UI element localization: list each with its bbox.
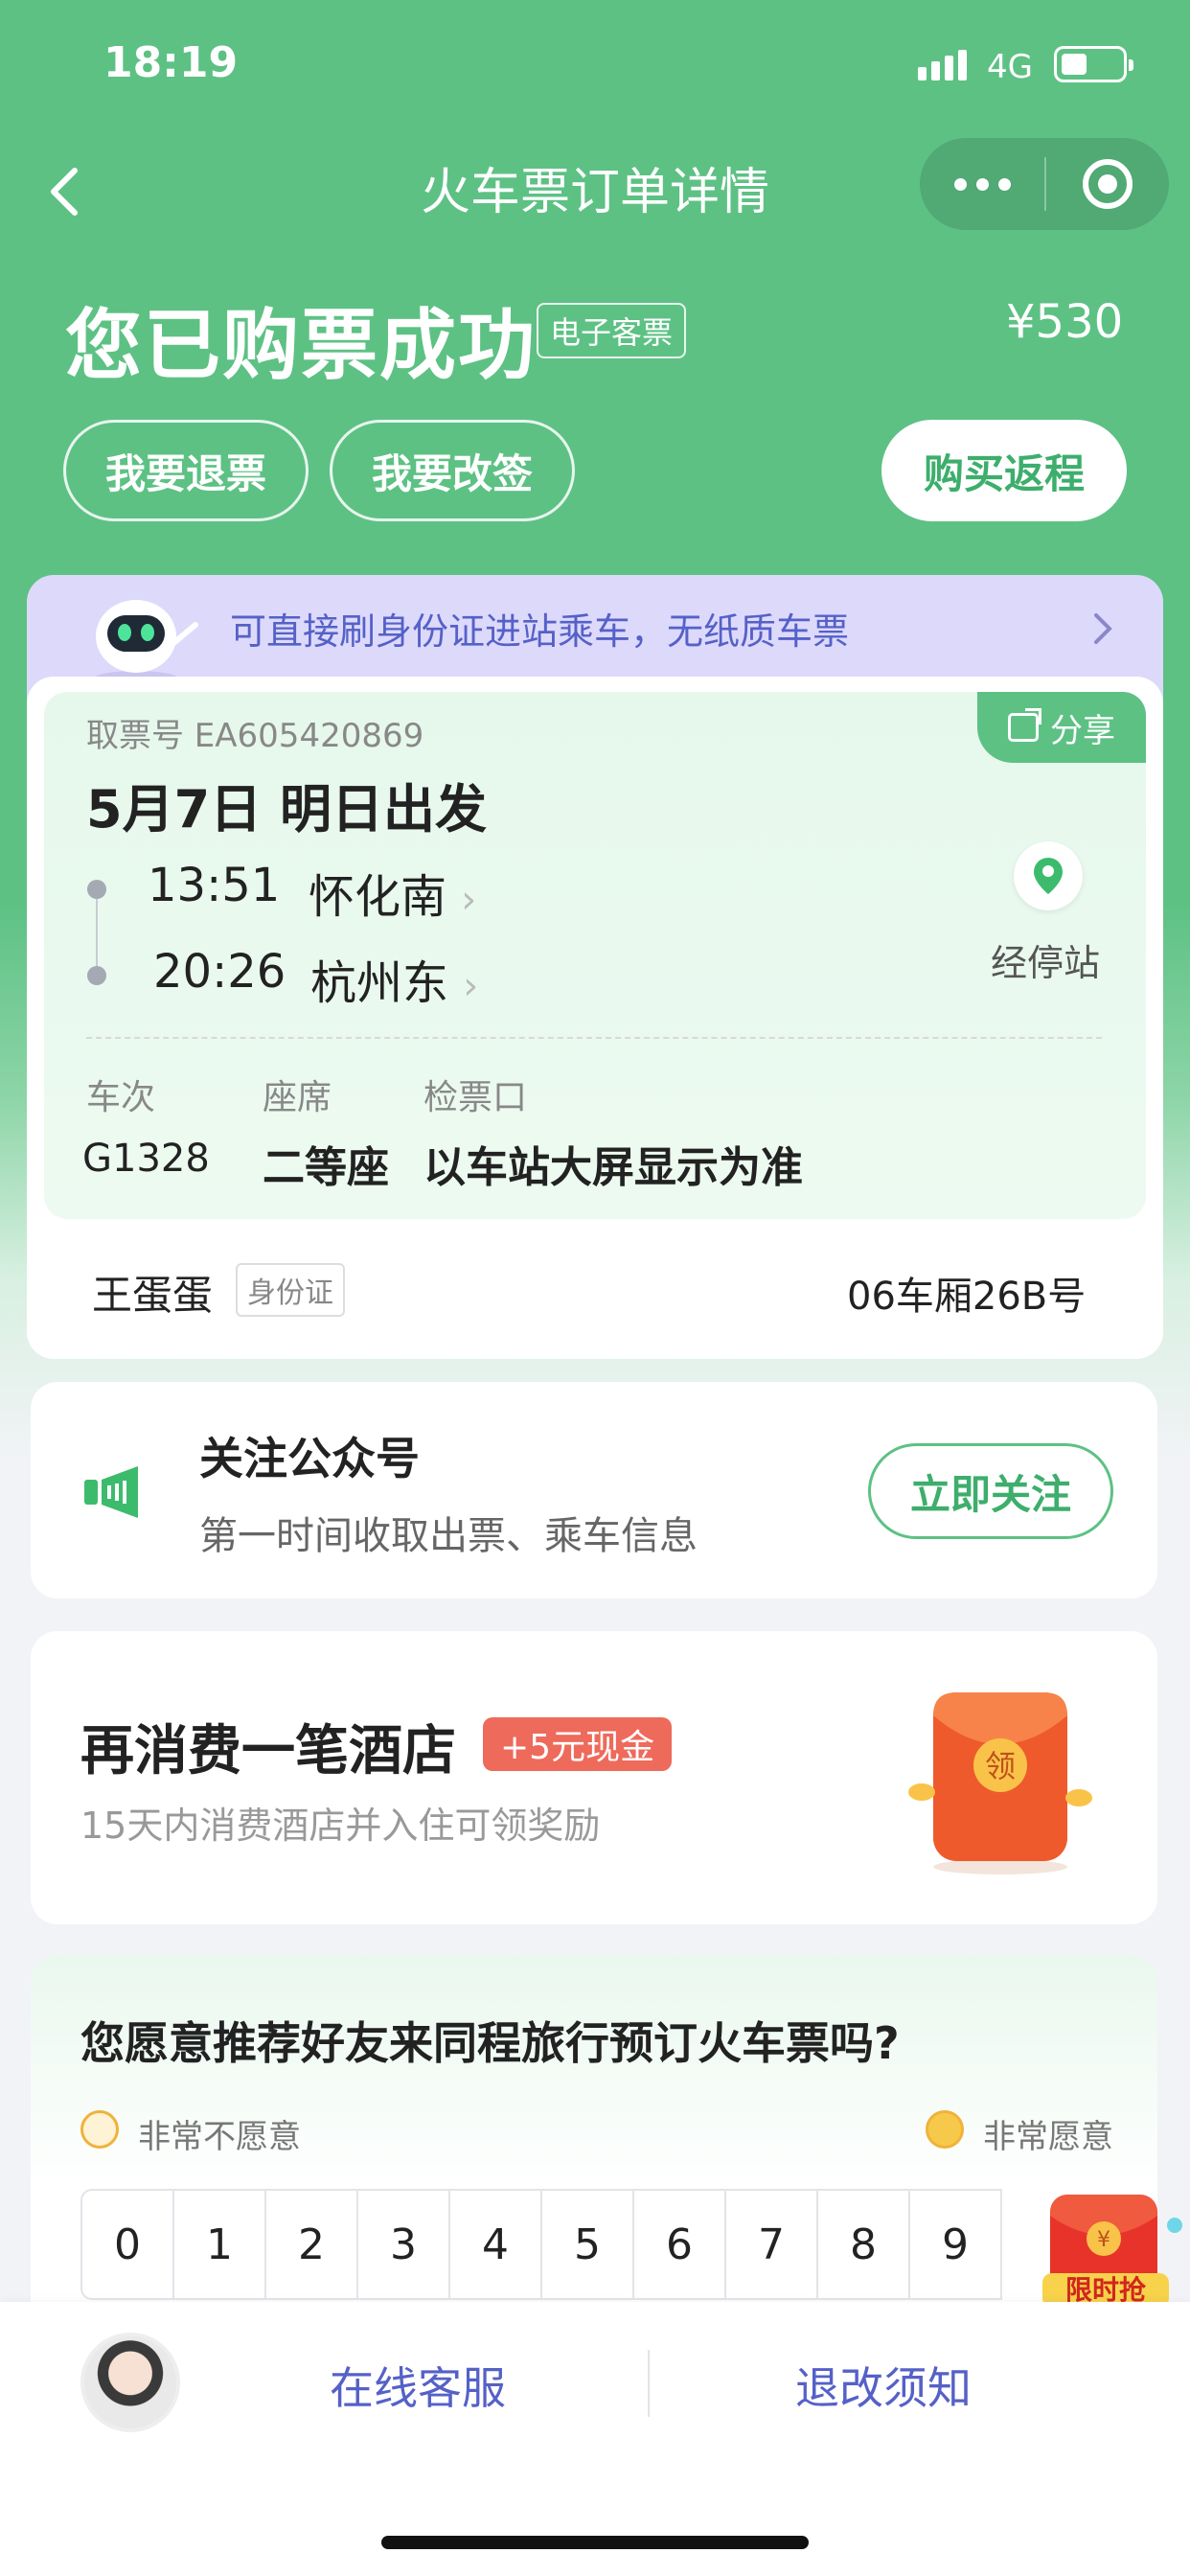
score-option[interactable]: 0 [80, 2189, 174, 2300]
high-score-label: 非常愿意 [983, 2118, 1113, 2156]
banner-text: 可直接刷身份证进站乘车，无纸质车票 [230, 610, 850, 653]
order-status: 您已购票成功 [65, 301, 537, 390]
score-option[interactable]: 4 [448, 2189, 542, 2300]
score-option[interactable]: 8 [816, 2189, 910, 2300]
refund-change-rules-button[interactable]: 退改须知 [795, 2354, 972, 2417]
share-icon [1008, 708, 1041, 742]
happy-face-icon [926, 2110, 964, 2149]
gate-info: 以车站大屏显示为准 [423, 1143, 803, 1192]
svg-text:领: 领 [985, 1748, 1016, 1784]
arrival-station-name: 杭州东 [310, 956, 449, 1010]
chevron-right-icon: › [461, 878, 477, 922]
low-score-label: 非常不愿意 [138, 2118, 301, 2156]
cash-reward-badge: +5元现金 [483, 1717, 673, 1771]
train-number: G1328 [82, 1137, 210, 1181]
arrival-station[interactable]: 杭州东 › [310, 945, 478, 1012]
train-label: 车次 [86, 1078, 156, 1117]
arrival-dot [87, 966, 106, 985]
follow-title: 关注公众号 [199, 1433, 420, 1484]
score-option[interactable]: 7 [724, 2189, 818, 2300]
hotel-title: 再消费一笔酒店 [80, 1720, 456, 1782]
score-option[interactable]: 3 [356, 2189, 450, 2300]
signal-icon [918, 50, 967, 80]
survey-question: 您愿意推荐好友来同程旅行预订火车票吗? [80, 2017, 900, 2069]
battery-icon [1054, 46, 1133, 82]
arrival-time: 20:26 [153, 945, 286, 999]
more-icon[interactable] [920, 177, 1044, 191]
divider [648, 2350, 650, 2417]
change-ticket-button[interactable]: 我要改签 [330, 420, 575, 521]
order-price: ¥530 [1006, 295, 1124, 349]
score-option[interactable]: 6 [632, 2189, 726, 2300]
id-type-badge: 身份证 [236, 1263, 345, 1317]
departure-dot [87, 880, 106, 899]
buy-return-button[interactable]: 购买返程 [881, 420, 1127, 521]
hotel-subtitle: 15天内消费酒店并入住可领奖励 [80, 1805, 601, 1847]
chevron-right-icon: › [463, 964, 479, 1008]
online-service-button[interactable]: 在线客服 [330, 2354, 506, 2417]
gate-label: 检票口 [423, 1078, 528, 1117]
divider [86, 1037, 1102, 1039]
svg-text:¥: ¥ [1097, 2228, 1110, 2252]
score-option[interactable]: 5 [540, 2189, 634, 2300]
mini-program-capsule [920, 138, 1169, 230]
pickup-number: 取票号 EA605420869 [86, 717, 424, 755]
refund-button[interactable]: 我要退票 [63, 420, 309, 521]
departure-time: 13:51 [148, 859, 281, 912]
seat-class: 二等座 [263, 1143, 389, 1192]
route-line [96, 899, 98, 974]
status-time: 18:19 [103, 38, 239, 87]
score-option[interactable]: 2 [264, 2189, 358, 2300]
flash-sale-float-button[interactable]: ¥ 限时抢 [1031, 2187, 1190, 2321]
location-pin-icon[interactable] [1014, 841, 1083, 910]
score-scale: 0 1 2 3 4 5 6 7 8 9 [80, 2189, 1002, 2300]
departure-date: 5月7日 明日出发 [86, 779, 487, 840]
megaphone-icon [80, 1460, 153, 1524]
red-packet-icon: 领 [904, 1687, 1096, 1878]
seat-number: 06车厢26B号 [847, 1275, 1087, 1319]
departure-station[interactable]: 怀化南 › [309, 859, 476, 926]
home-indicator [381, 2536, 809, 2549]
close-target-icon[interactable] [1046, 159, 1169, 209]
stops-link[interactable]: 经停站 [991, 933, 1100, 986]
passenger-name: 王蛋蛋 [92, 1272, 214, 1319]
share-label: 分享 [1050, 711, 1115, 750]
eticket-badge: 电子客票 [537, 303, 687, 358]
follow-button[interactable]: 立即关注 [868, 1443, 1113, 1539]
chevron-right-icon [1088, 608, 1117, 660]
score-option[interactable]: 1 [172, 2189, 266, 2300]
network-label: 4G [987, 48, 1033, 86]
follow-subtitle: 第一时间收取出票、乘车信息 [199, 1514, 698, 1558]
seat-class-label: 座席 [263, 1078, 332, 1117]
unhappy-face-icon [80, 2110, 119, 2149]
score-option[interactable]: 9 [908, 2189, 1002, 2300]
share-button[interactable]: 分享 [977, 692, 1146, 763]
departure-station-name: 怀化南 [309, 870, 447, 924]
customer-service-avatar[interactable] [80, 2333, 180, 2432]
